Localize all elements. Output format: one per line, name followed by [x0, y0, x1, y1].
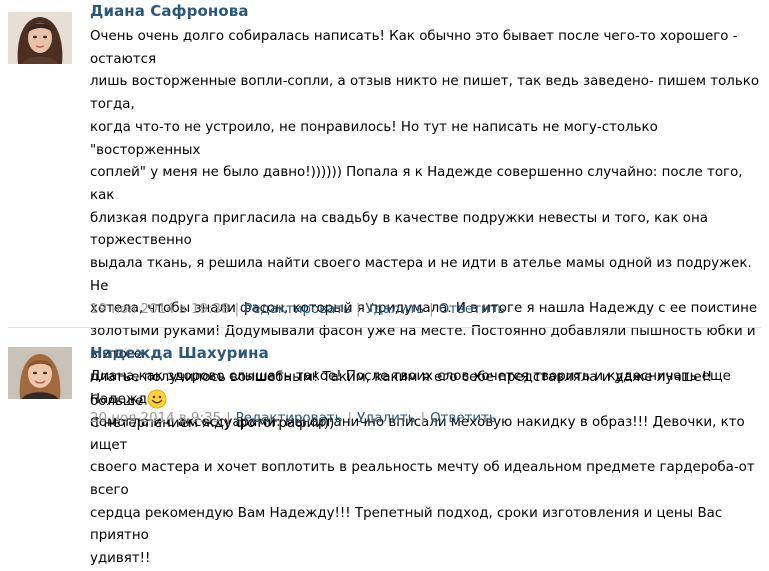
edit-link[interactable]: Редактировать: [244, 302, 351, 317]
meta-separator: |: [420, 411, 426, 426]
comment-item: Диана Сафронова Очень очень долго собира…: [0, 0, 769, 566]
meta-separator: |: [356, 302, 361, 317]
comment-text: Очень очень долго собиралась написать! К…: [90, 26, 762, 571]
comment-text-line: удивят!!: [90, 551, 151, 567]
meta-separator: |: [429, 302, 434, 317]
edit-link[interactable]: Редактировать: [236, 411, 343, 426]
meta-separator: |: [347, 411, 352, 426]
comment-date[interactable]: 20 ноя 2014 в 9:35: [90, 411, 221, 426]
avatar-photo: [8, 347, 72, 399]
comment-author[interactable]: Диана Сафронова: [90, 2, 249, 20]
comment-divider: [8, 327, 761, 328]
reply-link[interactable]: Ответить: [439, 302, 506, 317]
comment-meta: 20 ноя 2014 в 9:35 | Редактировать | Удалить…: [90, 411, 497, 426]
delete-link[interactable]: Удалить: [366, 302, 425, 317]
comment-text-line: соплей" у меня не было давно!)))))) Попа…: [90, 165, 743, 203]
avatar[interactable]: [8, 12, 72, 64]
avatar[interactable]: [8, 347, 72, 399]
meta-separator: |: [234, 302, 240, 317]
comment-text-line: выдала ткань, я решила найти своего маст…: [90, 256, 752, 294]
reply-link[interactable]: Ответить: [430, 411, 497, 426]
comment-text-line: Очень очень долго собиралась написать! К…: [90, 29, 738, 67]
meta-separator: |: [226, 411, 231, 426]
comment-text-line: сердца рекомендую Вам Надежду!!! Трепетн…: [90, 505, 723, 544]
smiley-face-icon: [147, 389, 167, 409]
delete-link[interactable]: Удалить: [357, 411, 416, 426]
comment-text-line: лишь восторженные вопли-сопли, а отзыв н…: [90, 74, 760, 113]
comment-text-line: близкая подруга пригласила на свадьбу в …: [90, 210, 708, 249]
comment-item: Надежда Шахурина Диана,как здорово слыша…: [0, 333, 769, 432]
comment-text-fragment: Диана,как здорово слышать такое! После т…: [90, 369, 731, 409]
comment-date[interactable]: 19 ноя 2014 в 19:38: [90, 302, 230, 317]
avatar-photo: [8, 12, 72, 64]
comment-author[interactable]: Надежда Шахурина: [90, 344, 269, 362]
comment-text-line: своего мастера и хочет воплотить в реаль…: [90, 460, 755, 499]
comment-meta: 19 ноя 2014 в 19:38 | Редактировать | Удалит…: [90, 302, 505, 317]
comment-text-line: когда что-то не устроило, не понравилось…: [90, 119, 658, 158]
comment-text-line: Диана,как здорово слышать такое! После т…: [90, 366, 766, 413]
